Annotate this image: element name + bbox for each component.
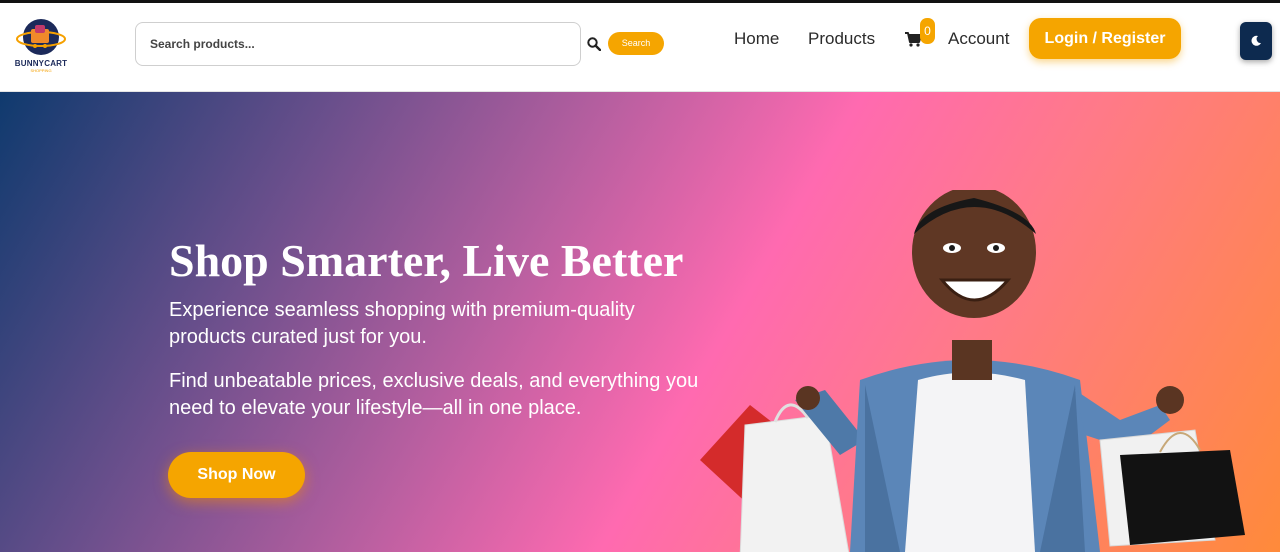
navbar: BUNNYCART SHOPPING Search Home Products … [0, 3, 1280, 92]
hero-title: Shop Smarter, Live Better [169, 235, 684, 286]
cart-count-badge: 0 [920, 18, 935, 44]
search-input[interactable] [135, 22, 581, 66]
moon-icon [1251, 35, 1261, 46]
hero-subdescription: Find unbeatable prices, exclusive deals,… [169, 370, 699, 419]
shopping-cart-planet-icon [16, 19, 66, 55]
shop-now-button[interactable]: Shop Now [168, 452, 305, 498]
login-register-button[interactable]: Login / Register [1029, 18, 1181, 59]
dark-mode-toggle[interactable] [1240, 22, 1272, 60]
hero-banner: Shop Smarter, Live Better Experience sea… [0, 92, 1280, 552]
brand-tagline: SHOPPING [30, 68, 52, 73]
hero-description: Experience seamless shopping with premiu… [169, 299, 635, 348]
search-icon[interactable] [587, 37, 602, 52]
brand-logo[interactable]: BUNNYCART SHOPPING [12, 15, 70, 73]
nav-home-link[interactable]: Home [734, 29, 779, 49]
nav-account-link[interactable]: Account [948, 29, 1009, 49]
search-button[interactable]: Search [608, 32, 664, 55]
brand-name: BUNNYCART [14, 59, 68, 68]
nav-products-link[interactable]: Products [808, 29, 875, 49]
hero-shopper-image [700, 190, 1245, 552]
